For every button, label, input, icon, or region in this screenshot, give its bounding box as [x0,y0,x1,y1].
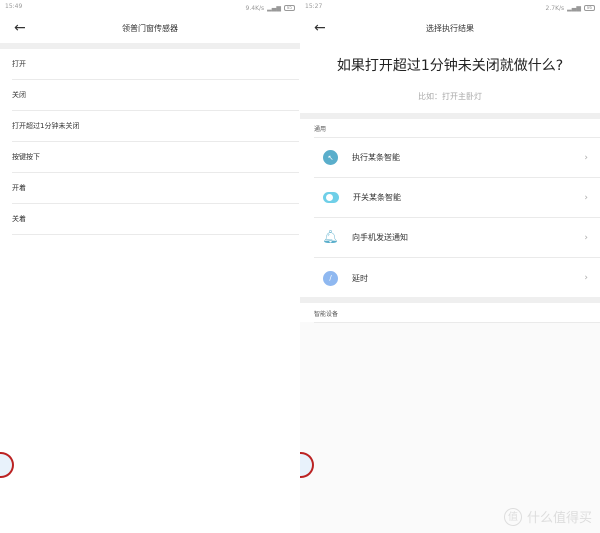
page-title: 领普门窗传感器 [122,24,178,33]
trigger-item[interactable]: 打开 [12,49,299,80]
action-label: 延时 [352,273,368,283]
action-label: 向手机发送通知 [352,233,408,242]
toggle-icon [323,192,339,203]
action-run-smart[interactable]: ↖ 执行某条智能 › [314,138,600,178]
watermark-text: 什么值得买 [526,511,592,526]
status-time: 15:49 [5,3,23,10]
question-heading: 如果打开超过1分钟未关闭就做什么? [336,58,564,74]
page-title: 选择执行结果 [426,24,474,33]
trigger-item[interactable]: 开着 [12,173,299,204]
action-label: 开关某条智能 [353,193,401,202]
trigger-item[interactable]: 打开超过1分钟未关闭 [12,111,299,142]
section-label-devices: 智能设备 [314,311,339,318]
right-screen: 15:27 2.7K/s ▂▄▆ 86 ← 选择执行结果 如果打开超过1分钟未关闭就… [300,0,600,533]
trigger-item[interactable]: 关闭 [12,80,299,111]
action-toggle-smart[interactable]: 开关某条智能 › [314,178,600,218]
network-speed: 9.4K/s [245,4,265,12]
battery-icon: 85 [284,5,295,11]
trigger-item[interactable]: 关着 [12,204,299,235]
section-label-general: 通用 [314,126,327,133]
status-bar: 15:27 2.7K/s ▂▄▆ 86 [305,3,595,13]
hint-text: 比如：打开主卧灯 [418,92,482,101]
bell-icon: 🔔︎ [322,230,339,245]
watermark-badge: 值 [503,507,522,526]
divider [314,322,600,323]
action-label: 执行某条智能 [352,153,400,162]
status-bar: 15:49 9.4K/s ▂▄▆ 85 [5,3,295,13]
chevron-right-icon: › [584,152,588,163]
battery-icon: 86 [584,5,595,11]
cursor-icon: ↖ [323,150,338,165]
chevron-right-icon: › [584,232,588,243]
chevron-right-icon: › [584,273,588,283]
left-screen: 15:49 9.4K/s ▂▄▆ 85 ← 领普门窗传感器 打开 关闭 打开超过1分… [0,0,300,533]
devices-section [300,303,600,322]
action-delay[interactable]: / 延时 › [314,258,600,298]
floating-mascot-icon[interactable] [300,452,314,478]
signal-icon: ▂▄▆ [567,4,581,12]
clock-icon: / [323,270,338,286]
signal-icon: ▂▄▆ [267,4,281,12]
floating-mascot-icon[interactable] [0,452,14,478]
action-send-notification[interactable]: 🔔︎ 向手机发送通知 › [314,218,600,258]
trigger-item[interactable]: 按键按下 [12,142,299,173]
network-speed: 2.7K/s [545,4,565,12]
status-time: 15:27 [305,3,323,10]
chevron-right-icon: › [584,192,588,203]
watermark: 值什么值得买 [503,507,592,526]
